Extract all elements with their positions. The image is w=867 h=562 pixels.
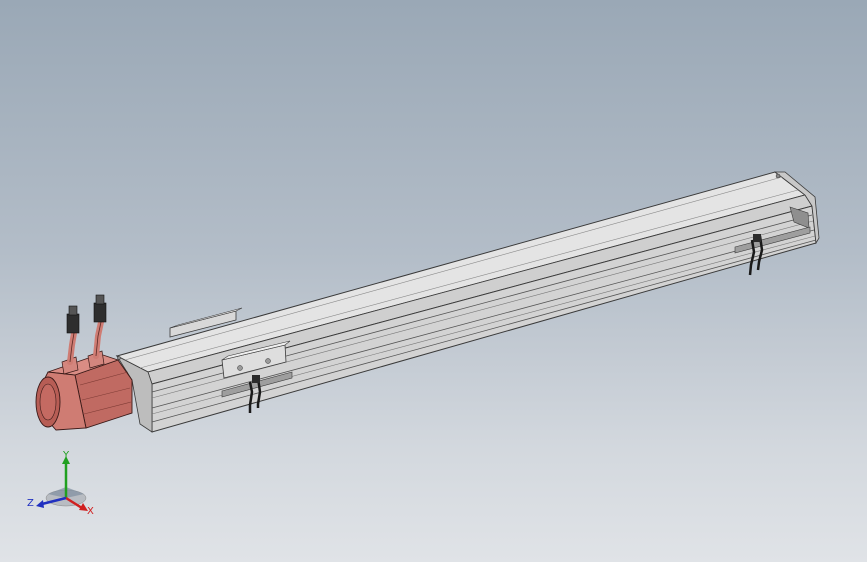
bracket-hole [265,358,271,364]
z-axis-label: Z [27,498,34,509]
cable-plug [93,302,107,323]
x-axis-label: X [87,506,94,517]
cable-plug-latch [68,305,78,316]
rail-groove [151,220,814,399]
end-screw [775,173,781,179]
servo-motor[interactable] [35,350,133,431]
sensor-head [252,375,260,383]
cable-plug-latch [95,294,105,305]
orientation-triad[interactable]: Y X Z [27,450,94,517]
motor-rear-cap-inner [39,383,57,421]
graphics-viewport[interactable]: Y X Z [0,0,867,562]
cable-plug [66,313,80,334]
sensor-cable [248,381,254,413]
z-axis-arrow [36,500,44,508]
y-axis-label: Y [62,450,70,461]
sensor-head [753,234,761,242]
end-screw [117,356,121,360]
cad-scene[interactable]: Y X Z [0,0,867,562]
bracket-hole [237,365,243,371]
